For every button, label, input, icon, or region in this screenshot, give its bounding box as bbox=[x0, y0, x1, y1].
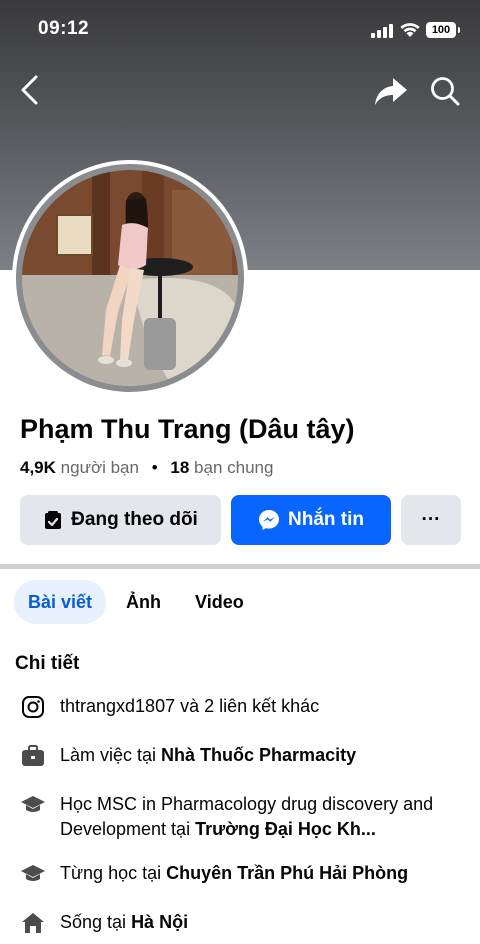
avatar-border bbox=[16, 164, 244, 392]
mutual-friends-count: 18 bbox=[170, 458, 190, 477]
battery-icon: 100 bbox=[426, 22, 460, 38]
graduation-cap-icon bbox=[20, 861, 46, 886]
following-button-label: Đang theo dõi bbox=[71, 509, 198, 530]
friends-label: người bạn bbox=[60, 458, 139, 477]
detail-study: Học MSC in Pharmacology drug discovery a… bbox=[20, 792, 470, 842]
friend-stats[interactable]: 4,9K người bạn • 18 bạn chung bbox=[20, 458, 273, 478]
tab-posts[interactable]: Bài viết bbox=[14, 580, 107, 624]
wifi-icon bbox=[400, 23, 420, 37]
section-divider bbox=[0, 564, 480, 569]
messenger-icon bbox=[259, 510, 279, 530]
tab-videos[interactable]: Video bbox=[181, 580, 258, 624]
friends-count: 4,9K bbox=[20, 458, 56, 477]
detail-study-text: Học MSC in Pharmacology drug discovery a… bbox=[60, 792, 470, 842]
detail-lives: Sống tại Hà Nội bbox=[20, 910, 470, 935]
instagram-icon bbox=[20, 694, 46, 719]
detail-studied-prefix: Từng học tại bbox=[60, 863, 167, 883]
profile-tabs: Bài viết Ảnh Video bbox=[14, 580, 258, 624]
detail-lives-text: Sống tại Hà Nội bbox=[60, 910, 470, 935]
separator-dot: • bbox=[151, 458, 158, 477]
detail-links-text: thtrangxd1807 và 2 liên kết khác bbox=[60, 696, 320, 716]
profile-picture-image bbox=[22, 170, 238, 386]
detail-work-text: Làm việc tại Nhà Thuốc Pharmacity bbox=[60, 743, 470, 768]
message-button[interactable]: Nhắn tin bbox=[231, 495, 391, 545]
details-title: Chi tiết bbox=[15, 653, 80, 674]
tab-photos[interactable]: Ảnh bbox=[112, 580, 175, 624]
detail-work-prefix: Làm việc tại bbox=[60, 745, 162, 765]
detail-links[interactable]: thtrangxd1807 và 2 liên kết khác bbox=[20, 694, 470, 719]
detail-work: Làm việc tại Nhà Thuốc Pharmacity bbox=[20, 743, 470, 768]
home-icon bbox=[20, 910, 46, 935]
following-button[interactable]: Đang theo dõi bbox=[20, 495, 221, 545]
back-icon[interactable] bbox=[16, 74, 44, 106]
avatar-photo bbox=[22, 170, 238, 386]
share-icon[interactable] bbox=[374, 76, 408, 106]
briefcase-icon bbox=[20, 743, 46, 768]
detail-studied-place[interactable]: Chuyên Trần Phú Hải Phòng bbox=[166, 863, 408, 883]
graduation-cap-icon bbox=[20, 792, 46, 817]
detail-lives-prefix: Sống tại bbox=[60, 912, 132, 932]
signal-icon bbox=[371, 24, 393, 38]
status-time: 09:12 bbox=[38, 18, 90, 39]
status-bar: 09:12 100 bbox=[0, 0, 480, 60]
more-options-icon: ··· bbox=[421, 509, 441, 530]
message-button-label: Nhắn tin bbox=[288, 509, 364, 530]
mutual-friends-label: bạn chung bbox=[194, 458, 274, 477]
following-check-icon bbox=[45, 511, 62, 529]
detail-study-place[interactable]: Trường Đại Học Kh... bbox=[195, 819, 376, 839]
search-icon[interactable] bbox=[430, 76, 460, 106]
detail-work-place[interactable]: Nhà Thuốc Pharmacity bbox=[161, 745, 356, 765]
more-options-button[interactable]: ··· bbox=[401, 495, 461, 545]
detail-studied: Từng học tại Chuyên Trần Phú Hải Phòng bbox=[20, 861, 470, 886]
avatar[interactable] bbox=[12, 160, 248, 396]
detail-studied-text: Từng học tại Chuyên Trần Phú Hải Phòng bbox=[60, 861, 470, 886]
profile-name: Phạm Thu Trang (Dâu tây) bbox=[20, 414, 355, 444]
detail-lives-place[interactable]: Hà Nội bbox=[131, 912, 188, 932]
